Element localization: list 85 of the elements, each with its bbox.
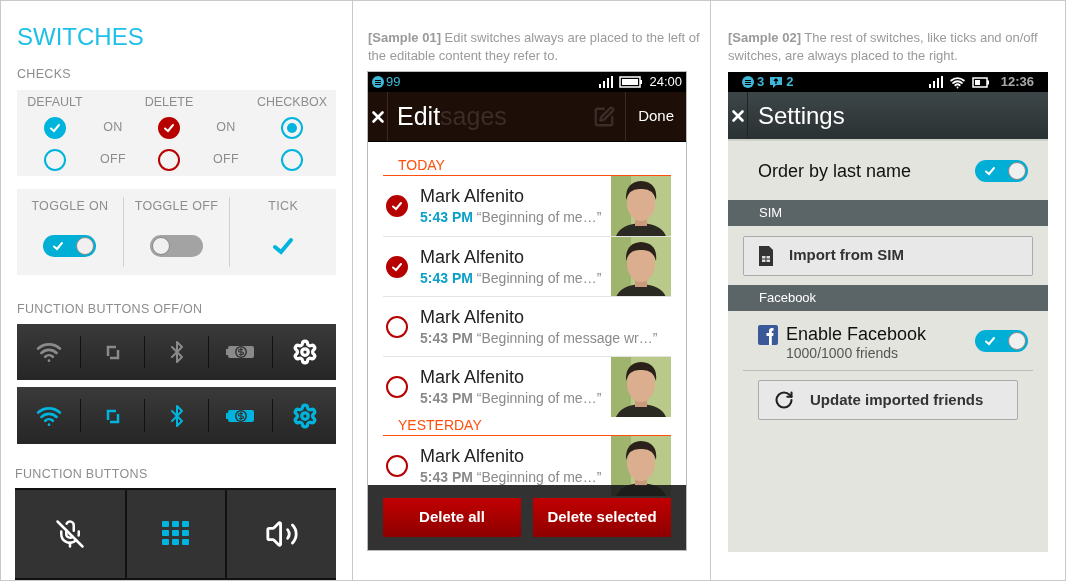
radio-button[interactable] (281, 148, 303, 171)
check-icon (163, 121, 175, 134)
column-heading: CHECKBOX (256, 94, 328, 111)
checkbox[interactable] (158, 116, 180, 139)
battery-icon (619, 76, 644, 88)
section-title: Facebook (759, 289, 817, 308)
message-preview: 5:43 PM “Beginning of message wr…” (420, 328, 659, 348)
checkbox[interactable] (158, 148, 180, 171)
section-title: SIM (759, 204, 783, 223)
message-row[interactable]: Mark Alfenito 5:43 PM “Beginning of message wr…” (383, 296, 671, 356)
section-label: CHECKS (17, 67, 71, 81)
toggle-switch[interactable] (975, 330, 1028, 352)
checkbox[interactable] (385, 315, 408, 338)
contact-name: Mark Alfenito (420, 185, 526, 207)
column-heading: TICK (268, 197, 299, 215)
settings-icon[interactable] (291, 338, 318, 365)
refresh-icon (774, 390, 794, 410)
checkbox[interactable] (44, 148, 66, 171)
header-title: Edit (397, 100, 441, 132)
message-row[interactable]: Mark Alfenito 5:43 PM “Beginning of me…” (383, 356, 671, 416)
delete-button[interactable]: Delete all (383, 498, 521, 537)
settings-icon[interactable] (291, 402, 318, 429)
check-icon (49, 121, 61, 134)
state-label: ON (103, 119, 123, 137)
check-icon (390, 260, 403, 273)
check-icon (52, 240, 65, 253)
toggle-switch[interactable] (43, 235, 97, 258)
keypad-icon[interactable] (162, 521, 190, 547)
microphone-off-icon[interactable] (55, 518, 85, 549)
notification-count: 99 (386, 73, 401, 92)
checkbox[interactable] (385, 195, 408, 217)
page-title: SWITCHES (17, 23, 144, 51)
message-row[interactable]: Mark Alfenito 5:43 PM “Beginning of me…” (383, 236, 671, 296)
setting-label: Order by last name (758, 159, 913, 182)
delete-button[interactable]: Delete selected (533, 498, 671, 537)
section-label: FUNCTION BUTTONS (15, 466, 148, 481)
message-preview: 5:43 PM “Beginning of me…” (420, 268, 603, 288)
state-label: ON (216, 119, 236, 137)
caption: [Sample 02] The rest of switches, like ticks and on/off switches, are always placed to the right. (728, 29, 1039, 65)
checkbox[interactable] (385, 455, 408, 477)
state-label: OFF (213, 151, 239, 169)
settings-button[interactable]: Import from SIM (743, 235, 1033, 276)
wifi-icon (949, 74, 965, 90)
notification-icon (742, 76, 754, 88)
message-icon (769, 75, 784, 89)
message-preview: 5:43 PM “Beginning of me…” (420, 208, 603, 227)
contact-name: Mark Alfenito (420, 445, 526, 467)
toggle-switch[interactable] (150, 235, 203, 258)
done-button[interactable]: Done (625, 92, 686, 141)
checkbox[interactable] (44, 116, 66, 139)
message-preview: 5:43 PM “Beginning of me…” (420, 468, 603, 487)
battery-icon (971, 76, 990, 88)
sim-card-icon (759, 245, 773, 266)
check-icon (984, 164, 996, 177)
clock: 24:00 (649, 73, 682, 92)
notification-count: 3 (757, 73, 765, 92)
contact-name: Mark Alfenito (420, 245, 526, 268)
checkbox[interactable] (385, 375, 408, 398)
signal-icon (928, 76, 943, 88)
setting-sublabel: 1000/1000 friends (786, 345, 900, 361)
contact-name: Mark Alfenito (420, 305, 526, 328)
message-row[interactable]: Mark Alfenito 5:43 PM “Beginning of me…” (383, 176, 671, 236)
state-label: OFF (100, 151, 126, 169)
clock: 12:36 (1000, 73, 1034, 92)
toggle-switch[interactable] (975, 159, 1028, 182)
check-icon (984, 335, 996, 347)
check-icon (390, 200, 403, 212)
caption: [Sample 01] Edit switches always are placed to the left of the editable content they refer to. (367, 29, 701, 65)
radio-button[interactable] (281, 116, 303, 139)
setting-label: Enable Facebook (786, 323, 928, 345)
checkbox[interactable] (385, 255, 408, 278)
notification-icon (372, 76, 384, 88)
notification-count: 2 (786, 73, 794, 92)
settings-button[interactable]: Update imported friends (758, 380, 1018, 420)
edit-icon (593, 105, 616, 128)
facebook-icon (758, 325, 778, 345)
section-label: FUNCTION BUTTONS OFF/ON (17, 301, 203, 316)
signal-icon (599, 76, 614, 88)
header-title: Settings (758, 100, 845, 131)
column-heading: DELETE (144, 94, 194, 111)
message-preview: 5:43 PM “Beginning of me…” (420, 388, 603, 408)
column-heading: TOGGLE OFF (134, 197, 219, 215)
column-heading: DEFAULT (27, 94, 83, 111)
contact-name: Mark Alfenito (420, 365, 526, 388)
column-heading: TOGGLE ON (31, 197, 109, 215)
